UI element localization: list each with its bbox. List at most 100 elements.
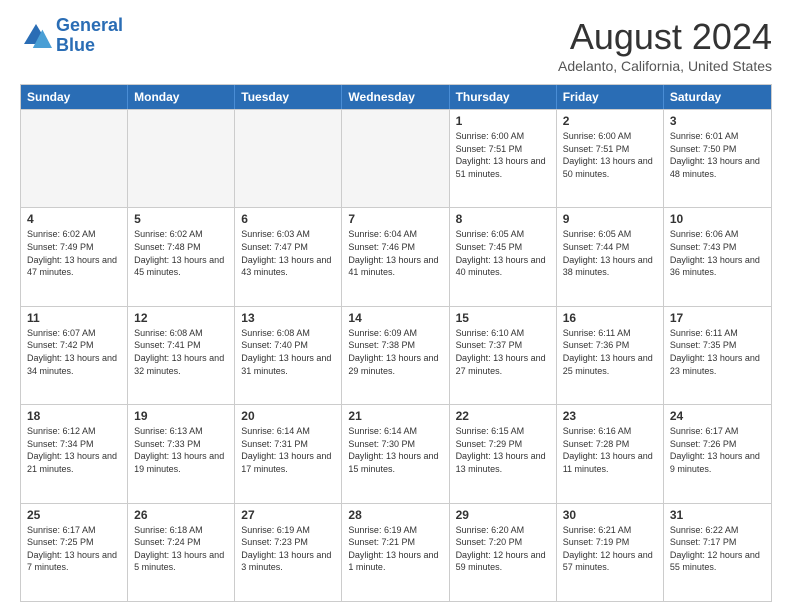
week-row-3: 11 Sunrise: 6:07 AMSunset: 7:42 PMDayligh… xyxy=(21,306,771,404)
day-num-11: 11 xyxy=(27,311,121,325)
day-num-22: 22 xyxy=(456,409,550,423)
week-row-2: 4 Sunrise: 6:02 AMSunset: 7:49 PMDaylight… xyxy=(21,207,771,305)
cell-w5-d3: 27 Sunrise: 6:19 AMSunset: 7:23 PMDayligh… xyxy=(235,504,342,601)
day-num-6: 6 xyxy=(241,212,335,226)
day-num-25: 25 xyxy=(27,508,121,522)
cell-text-25: Sunrise: 6:17 AMSunset: 7:25 PMDaylight:… xyxy=(27,524,121,574)
day-num-2: 2 xyxy=(563,114,657,128)
cell-w4-d6: 23Sunrise: 6:16 AMSunset: 7:28 PMDayligh… xyxy=(557,405,664,502)
cell-w4-d2: 19Sunrise: 6:13 AMSunset: 7:33 PMDayligh… xyxy=(128,405,235,502)
calendar: Sunday Monday Tuesday Wednesday Thursday… xyxy=(20,84,772,602)
cell-w2-d4: 7 Sunrise: 6:04 AMSunset: 7:46 PMDaylight… xyxy=(342,208,449,305)
cell-w4-d5: 22 Sunrise: 6:15 AMSunset: 7:29 PMDayligh… xyxy=(450,405,557,502)
cell-w2-d6: 9 Sunrise: 6:05 AMSunset: 7:44 PMDaylight… xyxy=(557,208,664,305)
cell-w3-d1: 11 Sunrise: 6:07 AMSunset: 7:42 PMDayligh… xyxy=(21,307,128,404)
day-num-18: 18 xyxy=(27,409,121,423)
cell-text-15: Sunrise: 6:10 AMSunset: 7:37 PMDaylight:… xyxy=(456,327,550,377)
cell-w3-d5: 15 Sunrise: 6:10 AMSunset: 7:37 PMDayligh… xyxy=(450,307,557,404)
header-tuesday: Tuesday xyxy=(235,85,342,109)
day-num-9: 9 xyxy=(563,212,657,226)
cell-w1-d6: 2 Sunrise: 6:00 AMSunset: 7:51 PMDaylight… xyxy=(557,110,664,207)
cell-text-13: Sunrise: 6:08 AMSunset: 7:40 PMDaylight:… xyxy=(241,327,335,377)
cell-text-27: Sunrise: 6:19 AMSunset: 7:23 PMDaylight:… xyxy=(241,524,335,574)
logo-line2: Blue xyxy=(56,35,95,55)
cell-w2-d7: 10 Sunrise: 6:06 AMSunset: 7:43 PMDayligh… xyxy=(664,208,771,305)
week-row-5: 25 Sunrise: 6:17 AMSunset: 7:25 PMDayligh… xyxy=(21,503,771,601)
logo-icon xyxy=(20,20,52,52)
day-num-28: 28 xyxy=(348,508,442,522)
logo-text: General Blue xyxy=(56,16,123,56)
day-num-29: 29 xyxy=(456,508,550,522)
cell-w2-d5: 8Sunrise: 6:05 AMSunset: 7:45 PMDaylight… xyxy=(450,208,557,305)
header: General Blue August 2024 Adelanto, Calif… xyxy=(20,16,772,74)
cell-w1-d1 xyxy=(21,110,128,207)
cell-w1-d3 xyxy=(235,110,342,207)
cell-text-14: Sunrise: 6:09 AMSunset: 7:38 PMDaylight:… xyxy=(348,327,442,377)
calendar-body: 1 Sunrise: 6:00 AMSunset: 7:51 PMDaylight… xyxy=(21,109,771,601)
cell-w3-d6: 16 Sunrise: 6:11 AMSunset: 7:36 PMDayligh… xyxy=(557,307,664,404)
month-title: August 2024 xyxy=(558,16,772,58)
cell-text-21: Sunrise: 6:14 AMSunset: 7:30 PMDaylight:… xyxy=(348,425,442,475)
day-num-15: 15 xyxy=(456,311,550,325)
cell-w3-d4: 14 Sunrise: 6:09 AMSunset: 7:38 PMDayligh… xyxy=(342,307,449,404)
day-num-27: 27 xyxy=(241,508,335,522)
logo-line1: General xyxy=(56,15,123,35)
cell-text-10: Sunrise: 6:06 AMSunset: 7:43 PMDaylight:… xyxy=(670,228,765,278)
logo: General Blue xyxy=(20,16,123,56)
cell-text-31: Sunrise: 6:22 AMSunset: 7:17 PMDaylight:… xyxy=(670,524,765,574)
day-num-4: 4 xyxy=(27,212,121,226)
cell-text-28: Sunrise: 6:19 AMSunset: 7:21 PMDaylight:… xyxy=(348,524,442,574)
day-num-14: 14 xyxy=(348,311,442,325)
cell-w5-d5: 29Sunrise: 6:20 AMSunset: 7:20 PMDayligh… xyxy=(450,504,557,601)
cell-w2-d2: 5Sunrise: 6:02 AMSunset: 7:48 PMDaylight… xyxy=(128,208,235,305)
page: General Blue August 2024 Adelanto, Calif… xyxy=(0,0,792,612)
cell-w1-d4 xyxy=(342,110,449,207)
cell-text-26: Sunrise: 6:18 AMSunset: 7:24 PMDaylight:… xyxy=(134,524,228,574)
header-saturday: Saturday xyxy=(664,85,771,109)
day-num-26: 26 xyxy=(134,508,228,522)
title-block: August 2024 Adelanto, California, United… xyxy=(558,16,772,74)
cell-w1-d2 xyxy=(128,110,235,207)
day-num-16: 16 xyxy=(563,311,657,325)
cell-text-11: Sunrise: 6:07 AMSunset: 7:42 PMDaylight:… xyxy=(27,327,121,377)
location: Adelanto, California, United States xyxy=(558,58,772,74)
cell-text-2: Sunrise: 6:00 AMSunset: 7:51 PMDaylight:… xyxy=(563,130,657,180)
cell-w4-d7: 24Sunrise: 6:17 AMSunset: 7:26 PMDayligh… xyxy=(664,405,771,502)
header-thursday: Thursday xyxy=(450,85,557,109)
cell-text-12: Sunrise: 6:08 AMSunset: 7:41 PMDaylight:… xyxy=(134,327,228,377)
day-num-13: 13 xyxy=(241,311,335,325)
cell-text-22: Sunrise: 6:15 AMSunset: 7:29 PMDaylight:… xyxy=(456,425,550,475)
day-num-17: 17 xyxy=(670,311,765,325)
cell-text-18: Sunrise: 6:12 AMSunset: 7:34 PMDaylight:… xyxy=(27,425,121,475)
day-num-3: 3 xyxy=(670,114,765,128)
cell-text-7: Sunrise: 6:04 AMSunset: 7:46 PMDaylight:… xyxy=(348,228,442,278)
cell-w3-d2: 12Sunrise: 6:08 AMSunset: 7:41 PMDayligh… xyxy=(128,307,235,404)
cell-text-9: Sunrise: 6:05 AMSunset: 7:44 PMDaylight:… xyxy=(563,228,657,278)
day-num-30: 30 xyxy=(563,508,657,522)
cell-w4-d1: 18 Sunrise: 6:12 AMSunset: 7:34 PMDayligh… xyxy=(21,405,128,502)
cell-w2-d1: 4 Sunrise: 6:02 AMSunset: 7:49 PMDaylight… xyxy=(21,208,128,305)
cell-text-16: Sunrise: 6:11 AMSunset: 7:36 PMDaylight:… xyxy=(563,327,657,377)
cell-text-19: Sunrise: 6:13 AMSunset: 7:33 PMDaylight:… xyxy=(134,425,228,475)
cell-text-3: Sunrise: 6:01 AMSunset: 7:50 PMDaylight:… xyxy=(670,130,765,180)
cell-text-8: Sunrise: 6:05 AMSunset: 7:45 PMDaylight:… xyxy=(456,228,550,278)
day-num-20: 20 xyxy=(241,409,335,423)
week-row-4: 18 Sunrise: 6:12 AMSunset: 7:34 PMDayligh… xyxy=(21,404,771,502)
calendar-header: Sunday Monday Tuesday Wednesday Thursday… xyxy=(21,85,771,109)
cell-w5-d7: 31Sunrise: 6:22 AMSunset: 7:17 PMDayligh… xyxy=(664,504,771,601)
cell-text-17: Sunrise: 6:11 AMSunset: 7:35 PMDaylight:… xyxy=(670,327,765,377)
day-num-21: 21 xyxy=(348,409,442,423)
day-num-1: 1 xyxy=(456,114,550,128)
cell-text-30: Sunrise: 6:21 AMSunset: 7:19 PMDaylight:… xyxy=(563,524,657,574)
day-num-24: 24 xyxy=(670,409,765,423)
cell-text-6: Sunrise: 6:03 AMSunset: 7:47 PMDaylight:… xyxy=(241,228,335,278)
day-num-10: 10 xyxy=(670,212,765,226)
cell-w4-d4: 21 Sunrise: 6:14 AMSunset: 7:30 PMDayligh… xyxy=(342,405,449,502)
cell-w4-d3: 20Sunrise: 6:14 AMSunset: 7:31 PMDayligh… xyxy=(235,405,342,502)
header-monday: Monday xyxy=(128,85,235,109)
cell-text-4: Sunrise: 6:02 AMSunset: 7:49 PMDaylight:… xyxy=(27,228,121,278)
cell-w1-d7: 3 Sunrise: 6:01 AMSunset: 7:50 PMDaylight… xyxy=(664,110,771,207)
day-num-7: 7 xyxy=(348,212,442,226)
header-sunday: Sunday xyxy=(21,85,128,109)
cell-text-5: Sunrise: 6:02 AMSunset: 7:48 PMDaylight:… xyxy=(134,228,228,278)
